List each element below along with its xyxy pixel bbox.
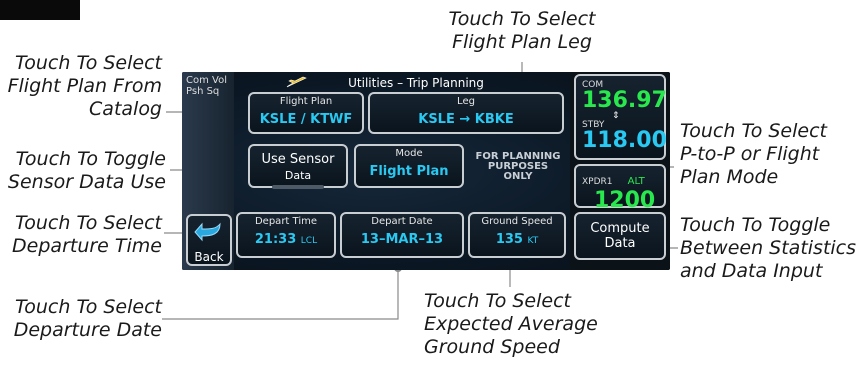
depart-date-label: Depart Date xyxy=(371,216,433,227)
compute-line2: Data xyxy=(604,236,636,251)
back-button[interactable]: Back xyxy=(186,214,232,266)
callout-departure-time: Touch To Select Departure Time xyxy=(12,212,162,257)
ground-speed-label: Ground Speed xyxy=(481,216,553,227)
use-sensor-button[interactable]: Use Sensor Data xyxy=(248,144,348,189)
xpdr-mode: ALT xyxy=(627,176,645,187)
flight-plan-value: KSLE / KTWF xyxy=(259,112,353,127)
callout-compute: Touch To Toggle Between Statistics and D… xyxy=(680,214,857,282)
callout-departure-date: Touch To Select Departure Date xyxy=(13,296,162,341)
back-arrow-icon xyxy=(188,220,230,246)
use-sensor-value: Data xyxy=(284,169,312,182)
com-volume-label: Com Vol Psh Sq xyxy=(186,75,227,97)
device-screen: Com Vol Psh Sq Utilities – Trip Planning… xyxy=(182,72,670,270)
leg-value: KSLE → KBKE xyxy=(418,112,514,127)
com-frequency-button[interactable]: COM 136.97 ⇕ STBY 118.00 xyxy=(574,74,667,160)
depart-time-unit: LCL xyxy=(300,236,318,246)
compute-line1: Compute xyxy=(590,221,650,236)
callout-sensor-data: Touch To Toggle Sensor Data Use xyxy=(7,148,166,193)
page-title: Utilities – Trip Planning xyxy=(348,76,484,90)
transponder-button[interactable]: XPDR1 ALT 1200 R xyxy=(574,164,666,224)
xpdr-header: XPDR1 ALT xyxy=(582,169,664,188)
mode-button[interactable]: Mode Flight Plan xyxy=(354,144,464,188)
depart-time-value: 21:33 xyxy=(254,232,297,247)
ground-speed-unit: KT xyxy=(527,236,539,246)
right-radio-column: COM 136.97 ⇕ STBY 118.00 XPDR1 ALT 1200 … xyxy=(570,72,670,270)
depart-time-value-wrap: 21:33 LCL xyxy=(238,232,334,247)
use-sensor-label: Use Sensor xyxy=(261,152,335,167)
depart-date-value: 13–MAR–13 xyxy=(360,232,444,247)
depart-time-label: Depart Time xyxy=(254,216,317,227)
mode-label: Mode xyxy=(395,148,423,159)
planning-note: FOR PLANNING PURPOSES ONLY xyxy=(475,151,561,182)
compute-data-button[interactable]: Compute Data xyxy=(574,212,666,260)
ground-speed-value-wrap: 135 KT xyxy=(470,232,564,247)
flight-plan-button[interactable]: Flight Plan KSLE / KTWF xyxy=(248,92,364,134)
depart-date-button[interactable]: Depart Date 13–MAR–13 xyxy=(340,212,464,258)
leg-button[interactable]: Leg KSLE → KBKE xyxy=(368,92,564,134)
com-standby-frequency: 118.00 xyxy=(582,128,667,153)
page-title-bar: Utilities – Trip Planning xyxy=(246,74,566,92)
leg-label: Leg xyxy=(457,96,475,107)
mode-value: Flight Plan xyxy=(369,164,449,179)
xpdr-label: XPDR1 xyxy=(582,177,613,187)
back-label: Back xyxy=(194,250,224,264)
callout-ground-speed: Touch To Select Expected Average Ground … xyxy=(424,290,598,358)
ground-speed-value: 135 xyxy=(495,232,523,247)
xpdr-code: 1200 xyxy=(594,188,656,213)
sensor-toggle-indicator xyxy=(272,185,324,189)
callout-flight-plan-leg: Touch To Select Flight Plan Leg xyxy=(448,8,596,53)
depart-time-button[interactable]: Depart Time 21:33 LCL xyxy=(236,212,336,258)
flight-plan-label: Flight Plan xyxy=(279,96,333,107)
swap-arrow-icon: ⇕ xyxy=(612,111,620,121)
ground-speed-button[interactable]: Ground Speed 135 KT xyxy=(468,212,566,258)
com-active-frequency: 136.97 xyxy=(582,88,667,113)
callout-flight-plan-catalog: Touch To Select Flight Plan From Catalog xyxy=(7,52,162,120)
callout-mode: Touch To Select P-to-P or Flight Plan Mo… xyxy=(680,120,827,188)
